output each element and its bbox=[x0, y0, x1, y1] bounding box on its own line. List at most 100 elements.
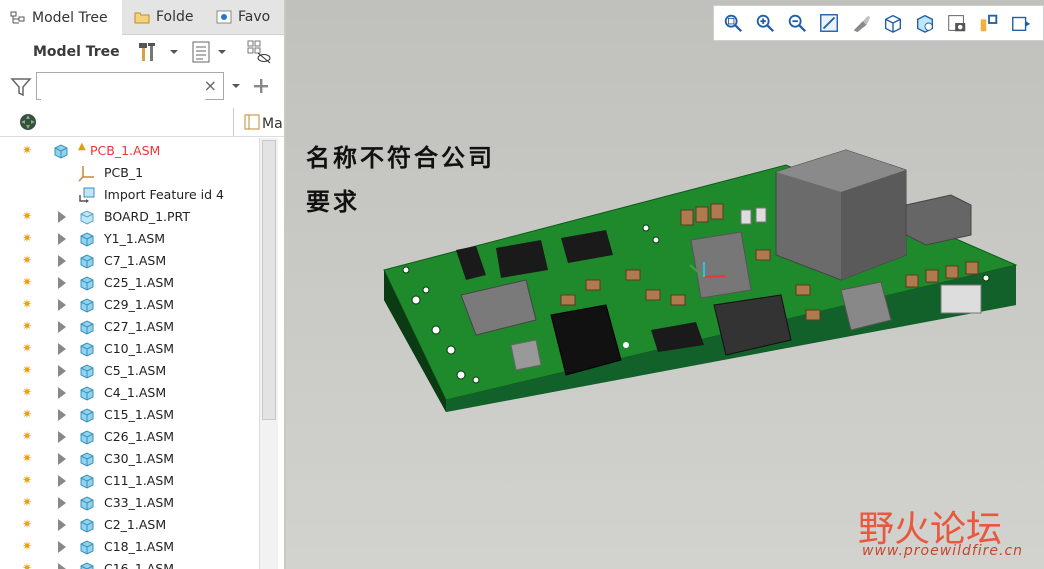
star-icon: ✷ bbox=[22, 517, 33, 531]
graphics-window[interactable]: 名称不符合公司 要求 野火论坛 www.proewildfire.cn bbox=[286, 0, 1044, 569]
hide-columns-icon bbox=[247, 40, 271, 64]
expand-arrow-icon[interactable] bbox=[58, 299, 66, 311]
tab-folder[interactable]: Folde bbox=[124, 0, 204, 34]
tree-row[interactable]: ✷ C4_1.ASM bbox=[0, 382, 258, 404]
tree-row[interactable]: ✷ C33_1.ASM bbox=[0, 492, 258, 514]
assembly-icon bbox=[78, 230, 96, 248]
tree-row-label: C4_1.ASM bbox=[104, 385, 167, 400]
tree-row[interactable]: Import Feature id 4 bbox=[0, 184, 258, 206]
expand-arrow-icon[interactable] bbox=[58, 519, 66, 531]
star-icon: ✷ bbox=[22, 385, 33, 399]
expand-arrow-icon[interactable] bbox=[58, 497, 66, 509]
tree-row[interactable]: ✷ C29_1.ASM bbox=[0, 294, 258, 316]
star-icon: ✷ bbox=[22, 451, 33, 465]
tree-row-label: C25_1.ASM bbox=[104, 275, 175, 290]
search-box: × bbox=[36, 72, 224, 100]
star-icon: ✷ bbox=[22, 253, 33, 267]
search-input[interactable] bbox=[41, 74, 205, 100]
tree-filter-button[interactable] bbox=[246, 40, 272, 64]
expand-arrow-icon[interactable] bbox=[58, 453, 66, 465]
tree-row[interactable]: ✷ C18_1.ASM bbox=[0, 536, 258, 558]
assembly-icon bbox=[78, 516, 96, 534]
tree-row[interactable]: ✷ C16_1.ASM bbox=[0, 558, 258, 569]
tree-row-label: PCB_1 bbox=[104, 165, 144, 180]
tree-row-label: C27_1.ASM bbox=[104, 319, 175, 334]
import-feature-icon bbox=[78, 186, 96, 204]
tree-row-label: C33_1.ASM bbox=[104, 495, 175, 510]
assembly-icon bbox=[78, 384, 96, 402]
tree-row-label: BOARD_1.PRT bbox=[104, 209, 190, 224]
show-button[interactable] bbox=[190, 40, 228, 64]
tree-row[interactable]: ✷ C25_1.ASM bbox=[0, 272, 258, 294]
tab-label: Folde bbox=[156, 9, 194, 25]
tab-favorites[interactable]: Favo bbox=[206, 0, 284, 34]
assembly-icon bbox=[78, 296, 96, 314]
expand-arrow-icon[interactable] bbox=[58, 255, 66, 267]
tree-row[interactable]: ✷ BOARD_1.PRT bbox=[0, 206, 258, 228]
annotation-line-1: 名称不符合公司 bbox=[306, 143, 495, 172]
tab-label: Model Tree bbox=[32, 9, 108, 26]
tools-icon bbox=[139, 43, 155, 61]
chevron-down-icon[interactable] bbox=[230, 80, 242, 92]
star-icon: ✷ bbox=[22, 539, 33, 553]
tree-row[interactable]: ✷ C2_1.ASM bbox=[0, 514, 258, 536]
tab-model-tree[interactable]: Model Tree bbox=[0, 0, 122, 35]
assembly-icon bbox=[78, 362, 96, 380]
coordinate-system-icon bbox=[78, 164, 96, 182]
pcb-model-view bbox=[383, 149, 1018, 412]
model-tree-list: ✷ ▲ PCB_1.ASM PCB_1 Import Feature id 4 ✷ BOAR… bbox=[0, 138, 258, 569]
expand-arrow-icon[interactable] bbox=[58, 211, 66, 223]
expand-arrow-icon[interactable] bbox=[58, 387, 66, 399]
tree-row[interactable]: ✷ C5_1.ASM bbox=[0, 360, 258, 382]
tree-row[interactable]: ✷ C30_1.ASM bbox=[0, 448, 258, 470]
tree-row[interactable]: PCB_1 bbox=[0, 162, 258, 184]
star-icon: ✷ bbox=[22, 275, 33, 289]
star-icon: ✷ bbox=[22, 297, 33, 311]
expand-arrow-icon[interactable] bbox=[58, 541, 66, 553]
tree-row-label: C7_1.ASM bbox=[104, 253, 167, 268]
tree-row-label: C5_1.ASM bbox=[104, 363, 167, 378]
expand-arrow-icon[interactable] bbox=[58, 343, 66, 355]
tree-row[interactable]: ✷ C15_1.ASM bbox=[0, 404, 258, 426]
star-icon: ✷ bbox=[22, 231, 33, 245]
tree-scrollbar[interactable] bbox=[259, 138, 278, 569]
column-separator[interactable] bbox=[233, 108, 234, 136]
navigator-tabbar: Model Tree Folde Favo bbox=[0, 0, 284, 35]
tree-row[interactable]: ✷ Y1_1.ASM bbox=[0, 228, 258, 250]
expand-arrow-icon[interactable] bbox=[58, 277, 66, 289]
folder-icon bbox=[134, 12, 150, 24]
star-icon: ✷ bbox=[22, 407, 33, 421]
column-label: Ma bbox=[262, 116, 283, 132]
assembly-icon bbox=[78, 340, 96, 358]
assembly-icon bbox=[78, 450, 96, 468]
filter-icon[interactable] bbox=[10, 76, 32, 98]
tree-row-label: C2_1.ASM bbox=[104, 517, 167, 532]
expand-arrow-icon[interactable] bbox=[58, 321, 66, 333]
tree-row-label: C29_1.ASM bbox=[104, 297, 175, 312]
expand-arrow-icon[interactable] bbox=[58, 563, 66, 569]
tree-row[interactable]: ✷ C11_1.ASM bbox=[0, 470, 258, 492]
tree-row[interactable]: ✷ C27_1.ASM bbox=[0, 316, 258, 338]
tree-row[interactable]: ✷ C10_1.ASM bbox=[0, 338, 258, 360]
settings-button[interactable] bbox=[136, 40, 180, 64]
add-icon[interactable] bbox=[253, 78, 269, 94]
chevron-down-icon bbox=[218, 50, 226, 54]
expand-arrow-icon[interactable] bbox=[58, 475, 66, 487]
tree-row[interactable]: ✷ C7_1.ASM bbox=[0, 250, 258, 272]
expand-arrow-icon[interactable] bbox=[58, 365, 66, 377]
tree-row-label: C18_1.ASM bbox=[104, 539, 175, 554]
assembly-icon bbox=[78, 560, 96, 569]
clear-icon[interactable]: × bbox=[204, 76, 217, 95]
tree-row[interactable]: ✷ ▲ PCB_1.ASM bbox=[0, 140, 258, 162]
expand-arrow-icon[interactable] bbox=[58, 431, 66, 443]
expand-arrow-icon[interactable] bbox=[58, 409, 66, 421]
expand-arrow-icon[interactable] bbox=[58, 233, 66, 245]
model-status-icon[interactable] bbox=[18, 112, 38, 132]
scroll-thumb[interactable] bbox=[262, 140, 276, 420]
tree-row-label: C11_1.ASM bbox=[104, 473, 175, 488]
tree-row-label: C26_1.ASM bbox=[104, 429, 175, 444]
tab-label: Favo bbox=[238, 9, 271, 25]
tree-row-label: C30_1.ASM bbox=[104, 451, 175, 466]
tree-row[interactable]: ✷ C26_1.ASM bbox=[0, 426, 258, 448]
star-icon: ✷ bbox=[22, 209, 33, 223]
